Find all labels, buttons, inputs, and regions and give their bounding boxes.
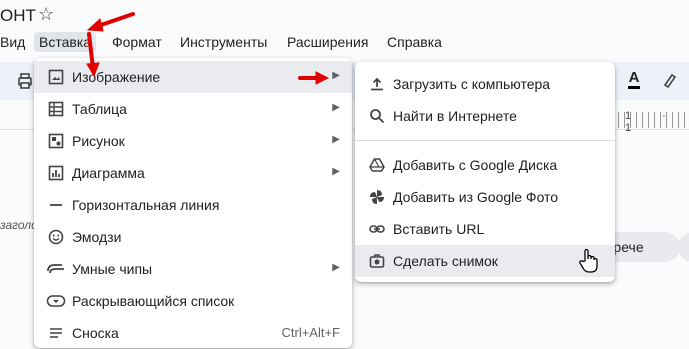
annotation-arrows: [86, 12, 330, 85]
